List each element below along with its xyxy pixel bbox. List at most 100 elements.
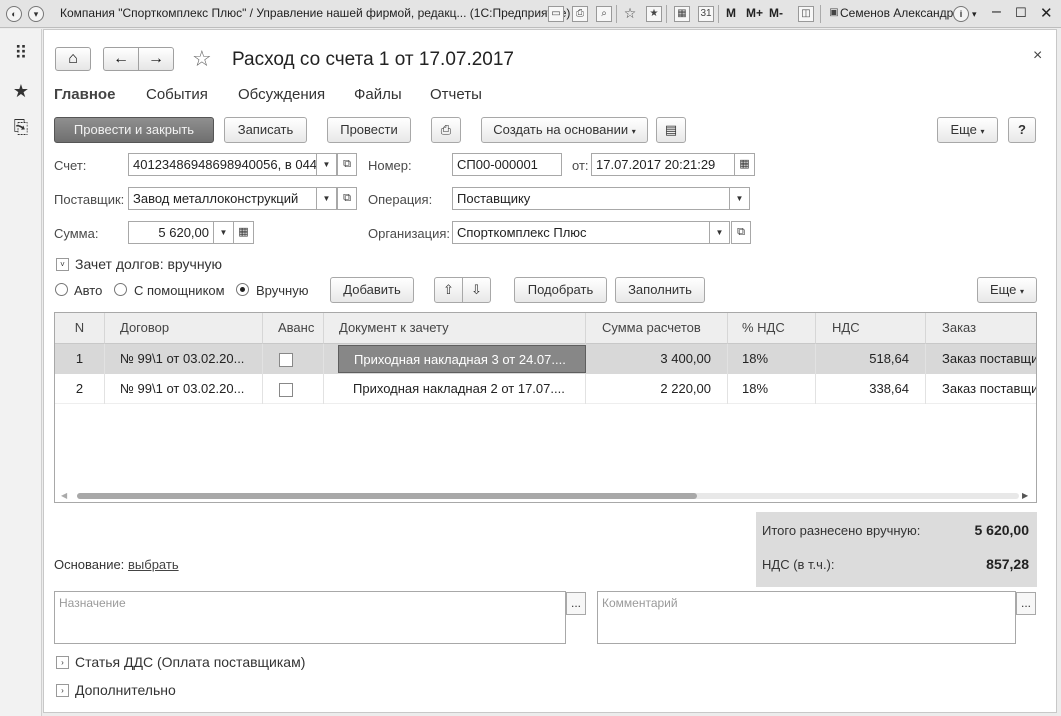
date-field[interactable]: 17.07.2017 20:21:29 <box>591 153 735 176</box>
row-vat[interactable]: 338,64 <box>816 374 926 404</box>
save-button[interactable]: Записать <box>224 117 307 143</box>
supplier-field[interactable]: Завод металлоконструкций <box>128 187 317 210</box>
print-icon[interactable]: ⎙ <box>572 6 588 22</box>
row-contract[interactable]: № 99\1 от 03.02.20... <box>105 344 263 374</box>
move-down-button[interactable]: ⇩ <box>462 277 491 303</box>
row-vat-rate[interactable]: 18% <box>728 344 816 374</box>
comment-field[interactable]: Комментарий <box>597 591 1016 644</box>
column-header[interactable]: Заказ <box>926 313 1036 344</box>
pick-button[interactable]: Подобрать <box>514 277 607 303</box>
tab-files[interactable]: Файлы <box>354 86 402 103</box>
number-field[interactable]: СП00-000001 <box>452 153 562 176</box>
row-document[interactable]: Приходная накладная 2 от 17.07.... <box>338 374 586 404</box>
column-header[interactable]: Договор <box>105 313 263 344</box>
info-dropdown-icon[interactable]: ▾ <box>972 9 977 20</box>
help-button[interactable]: ? <box>1008 117 1036 143</box>
current-user[interactable]: Семенов Александр <box>840 6 953 20</box>
minimize-icon[interactable]: – <box>992 3 1001 21</box>
post-and-close-button[interactable]: Провести и закрыть <box>54 117 214 143</box>
tab-reports[interactable]: Отчеты <box>430 86 482 103</box>
radio-manual[interactable] <box>236 283 249 296</box>
column-header[interactable]: НДС <box>816 313 926 344</box>
advance-checkbox[interactable] <box>279 352 293 367</box>
sum-field[interactable]: 5 620,00 <box>128 221 214 244</box>
column-header[interactable]: Документ к зачету <box>324 313 586 344</box>
home-button[interactable]: ⌂ <box>55 47 91 71</box>
basis-select-link[interactable]: выбрать <box>128 557 179 572</box>
main-menu-dropdown-icon[interactable]: ▾ <box>28 6 44 22</box>
calendar-icon[interactable]: ▦ <box>735 153 755 176</box>
account-open-icon[interactable]: ⧉ <box>337 153 357 176</box>
row-amount[interactable]: 2 220,00 <box>586 374 728 404</box>
history-icon[interactable]: ⎘ <box>9 115 33 139</box>
advance-checkbox[interactable] <box>279 382 293 397</box>
operation-dropdown-icon[interactable]: ▼ <box>730 187 750 210</box>
radio-helper[interactable] <box>114 283 127 296</box>
sections-grid-icon[interactable]: ⠿ <box>9 41 33 65</box>
tab-discussions[interactable]: Обсуждения <box>238 86 325 103</box>
favorite-star-icon[interactable]: ☆ <box>192 46 212 72</box>
memory-m-button[interactable]: M <box>726 6 736 20</box>
comment-select-button[interactable]: ... <box>1016 592 1036 615</box>
document-structure-button[interactable]: ⎙ <box>431 117 461 143</box>
app-menu-icon[interactable]: ◐ <box>6 6 22 22</box>
radio-auto[interactable] <box>55 283 68 296</box>
operation-field[interactable]: Поставщику <box>452 187 730 210</box>
post-button[interactable]: Провести <box>327 117 411 143</box>
row-order[interactable]: Заказ поставщи <box>926 374 1036 404</box>
offset-group-title[interactable]: Зачет долгов: вручную <box>75 256 222 272</box>
account-dropdown-icon[interactable]: ▼ <box>317 153 337 176</box>
create-based-on-button[interactable]: Создать на основании ▾ <box>481 117 648 143</box>
account-field[interactable]: 40123486948698940056, в 044 <box>128 153 317 176</box>
row-vat[interactable]: 518,64 <box>816 344 926 374</box>
memory-plus-button[interactable]: M+ <box>746 6 763 20</box>
more-button[interactable]: Еще ▾ <box>937 117 998 143</box>
maximize-icon[interactable]: ☐ <box>1015 5 1027 21</box>
scroll-right-icon[interactable]: ▶ <box>1022 491 1028 500</box>
print-button[interactable]: ▤ <box>656 117 686 143</box>
radio-manual-label[interactable]: Вручную <box>256 283 308 298</box>
back-button[interactable]: ← <box>103 47 139 71</box>
organization-dropdown-icon[interactable]: ▼ <box>710 221 730 244</box>
column-header[interactable]: Аванс <box>263 313 324 344</box>
column-header[interactable]: N <box>55 313 105 344</box>
purpose-select-button[interactable]: ... <box>566 592 586 615</box>
bookmark-icon[interactable]: ★ <box>646 6 662 22</box>
favorites-icon[interactable]: ☆ <box>622 6 638 22</box>
window-close-icon[interactable]: ✕ <box>1040 4 1053 22</box>
forward-button[interactable]: → <box>138 47 174 71</box>
sum-calculator-icon[interactable]: ▦ <box>234 221 254 244</box>
tab-events[interactable]: События <box>146 86 208 103</box>
favorites-star-icon[interactable]: ★ <box>9 79 33 103</box>
save-icon[interactable]: ▭ <box>548 6 564 22</box>
memory-minus-button[interactable]: M- <box>769 6 783 20</box>
row-contract[interactable]: № 99\1 от 03.02.20... <box>105 374 263 404</box>
expand-chevron-icon[interactable]: › <box>56 684 69 697</box>
fill-button[interactable]: Заполнить <box>615 277 705 303</box>
scrollbar-thumb[interactable] <box>77 493 697 499</box>
column-header[interactable]: Сумма расчетов <box>586 313 728 344</box>
dds-group-title[interactable]: Статья ДДС (Оплата поставщикам) <box>75 654 305 670</box>
add-row-button[interactable]: Добавить <box>330 277 414 303</box>
move-up-button[interactable]: ⇧ <box>434 277 463 303</box>
column-header[interactable]: % НДС <box>728 313 816 344</box>
radio-auto-label[interactable]: Авто <box>74 283 102 298</box>
purpose-field[interactable]: Назначение <box>54 591 566 644</box>
info-icon[interactable]: i <box>953 6 969 22</box>
calendar-icon[interactable]: 31 <box>698 6 714 22</box>
supplier-open-icon[interactable]: ⧉ <box>337 187 357 210</box>
preview-icon[interactable]: ⌕ <box>596 6 612 22</box>
row-order[interactable]: Заказ поставщи <box>926 344 1036 374</box>
calculator-icon[interactable]: ▦ <box>674 6 690 22</box>
organization-open-icon[interactable]: ⧉ <box>731 221 751 244</box>
extra-group-title[interactable]: Дополнительно <box>75 682 176 698</box>
sum-dropdown-icon[interactable]: ▼ <box>214 221 234 244</box>
table-more-button[interactable]: Еще ▾ <box>977 277 1037 303</box>
radio-helper-label[interactable]: С помощником <box>134 283 225 298</box>
form-close-icon[interactable]: × <box>1033 47 1042 65</box>
row-amount[interactable]: 3 400,00 <box>586 344 728 374</box>
supplier-dropdown-icon[interactable]: ▼ <box>317 187 337 210</box>
row-vat-rate[interactable]: 18% <box>728 374 816 404</box>
organization-field[interactable]: Спорткомплекс Плюс <box>452 221 710 244</box>
row-document[interactable]: Приходная накладная 3 от 24.07.... <box>338 345 586 373</box>
